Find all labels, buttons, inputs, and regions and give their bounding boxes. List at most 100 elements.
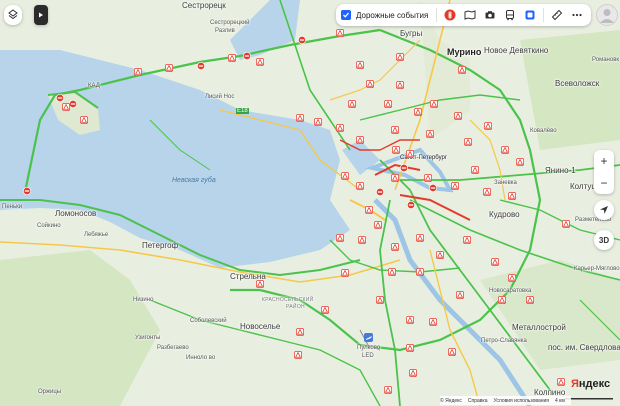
road-works-icon[interactable] <box>430 100 438 108</box>
road-works-icon[interactable] <box>406 150 414 158</box>
road-works-icon[interactable] <box>336 29 344 37</box>
road-works-icon[interactable] <box>448 348 456 356</box>
road-works-icon[interactable] <box>557 378 565 386</box>
road-works-icon[interactable] <box>314 118 322 126</box>
road-works-icon[interactable] <box>414 108 422 116</box>
road-works-icon[interactable] <box>356 136 364 144</box>
road-works-icon[interactable] <box>228 54 236 62</box>
traffic-events-checkbox[interactable] <box>341 10 351 20</box>
zoom-out-button[interactable]: − <box>594 172 614 194</box>
road-works-icon[interactable] <box>391 126 399 134</box>
road-works-icon[interactable] <box>294 351 302 359</box>
layers-square-button[interactable] <box>520 4 540 26</box>
road-closed-icon[interactable] <box>298 36 306 44</box>
more-button[interactable] <box>567 4 587 26</box>
road-works-icon[interactable] <box>463 236 471 244</box>
road-works-icon[interactable] <box>336 234 344 242</box>
road-closed-icon[interactable] <box>23 187 31 195</box>
road-works-icon[interactable] <box>165 64 173 72</box>
road-works-icon[interactable] <box>526 296 534 304</box>
camera-button[interactable] <box>480 4 500 26</box>
label-kovalevo: Ковалёво <box>530 128 557 134</box>
road-works-icon[interactable] <box>296 328 304 336</box>
road-closed-icon[interactable] <box>197 62 205 70</box>
road-works-icon[interactable] <box>62 103 70 111</box>
road-works-icon[interactable] <box>491 258 499 266</box>
user-avatar[interactable] <box>596 4 618 26</box>
airport-icon <box>364 333 373 342</box>
label-penki: Пеньки <box>2 204 23 210</box>
road-works-icon[interactable] <box>483 188 491 196</box>
road-works-icon[interactable] <box>498 296 506 304</box>
road-works-icon[interactable] <box>80 116 88 124</box>
label-razliv: Разлив <box>215 28 235 34</box>
map-canvas[interactable]: Сестрорецк Сестрорецкий Разлив Бугры Мур… <box>0 0 620 406</box>
road-closed-icon[interactable] <box>407 201 415 209</box>
road-works-icon[interactable] <box>562 220 570 228</box>
locate-button[interactable] <box>594 200 614 220</box>
road-works-icon[interactable] <box>429 318 437 326</box>
road-works-icon[interactable] <box>454 112 462 120</box>
panorama-button[interactable] <box>460 4 480 26</box>
road-works-icon[interactable] <box>508 274 516 282</box>
road-works-icon[interactable] <box>501 146 509 154</box>
road-works-icon[interactable] <box>336 124 344 132</box>
road-works-icon[interactable] <box>406 316 414 324</box>
road-works-icon[interactable] <box>456 291 464 299</box>
road-works-icon[interactable] <box>451 182 459 190</box>
road-works-icon[interactable] <box>396 81 404 89</box>
road-works-icon[interactable] <box>471 166 479 174</box>
road-works-icon[interactable] <box>348 100 356 108</box>
zoom-control: + − <box>594 150 614 194</box>
road-works-icon[interactable] <box>406 344 414 352</box>
road-works-icon[interactable] <box>416 268 424 276</box>
road-closed-icon[interactable] <box>243 52 251 60</box>
road-works-icon[interactable] <box>436 251 444 259</box>
expand-panel-button[interactable] <box>34 5 48 25</box>
footer-terms-link[interactable]: Условия использования <box>494 398 550 404</box>
road-works-icon[interactable] <box>426 130 434 138</box>
road-closed-icon[interactable] <box>400 164 408 172</box>
road-works-icon[interactable] <box>384 100 392 108</box>
view-3d-button[interactable]: 3D <box>594 230 614 250</box>
road-works-icon[interactable] <box>484 122 492 130</box>
road-works-icon[interactable] <box>356 182 364 190</box>
road-works-icon[interactable] <box>409 369 417 377</box>
road-works-icon[interactable] <box>356 61 364 69</box>
road-works-icon[interactable] <box>134 68 142 76</box>
road-closed-icon[interactable] <box>429 184 437 192</box>
road-works-icon[interactable] <box>508 192 516 200</box>
layers-control[interactable] <box>4 5 22 25</box>
ruler-button[interactable] <box>547 4 567 26</box>
road-works-icon[interactable] <box>256 58 264 66</box>
road-closed-icon[interactable] <box>56 94 64 102</box>
road-works-icon[interactable] <box>321 306 329 314</box>
footer-help-link[interactable]: Справка <box>468 398 488 404</box>
road-works-icon[interactable] <box>341 269 349 277</box>
transit-button[interactable] <box>500 4 520 26</box>
road-works-icon[interactable] <box>374 221 382 229</box>
road-works-icon[interactable] <box>366 80 374 88</box>
road-works-icon[interactable] <box>391 174 399 182</box>
road-works-icon[interactable] <box>516 158 524 166</box>
road-closed-icon[interactable] <box>376 188 384 196</box>
road-works-icon[interactable] <box>358 236 366 244</box>
road-closed-icon[interactable] <box>69 100 77 108</box>
road-works-icon[interactable] <box>388 268 396 276</box>
road-works-icon[interactable] <box>391 243 399 251</box>
road-works-icon[interactable] <box>296 114 304 122</box>
road-works-icon[interactable] <box>458 66 466 74</box>
road-works-icon[interactable] <box>365 206 373 214</box>
road-works-icon[interactable] <box>341 172 349 180</box>
traffic-button[interactable] <box>440 4 460 26</box>
road-works-icon[interactable] <box>424 174 432 182</box>
road-works-icon[interactable] <box>396 53 404 61</box>
zoom-in-button[interactable]: + <box>594 150 614 172</box>
road-works-icon[interactable] <box>256 280 264 288</box>
road-works-icon[interactable] <box>384 386 392 394</box>
road-works-icon[interactable] <box>464 138 472 146</box>
traffic-events-toggle[interactable]: Дорожные события <box>336 10 433 20</box>
road-works-icon[interactable] <box>376 296 384 304</box>
road-works-icon[interactable] <box>392 146 400 154</box>
road-works-icon[interactable] <box>416 234 424 242</box>
